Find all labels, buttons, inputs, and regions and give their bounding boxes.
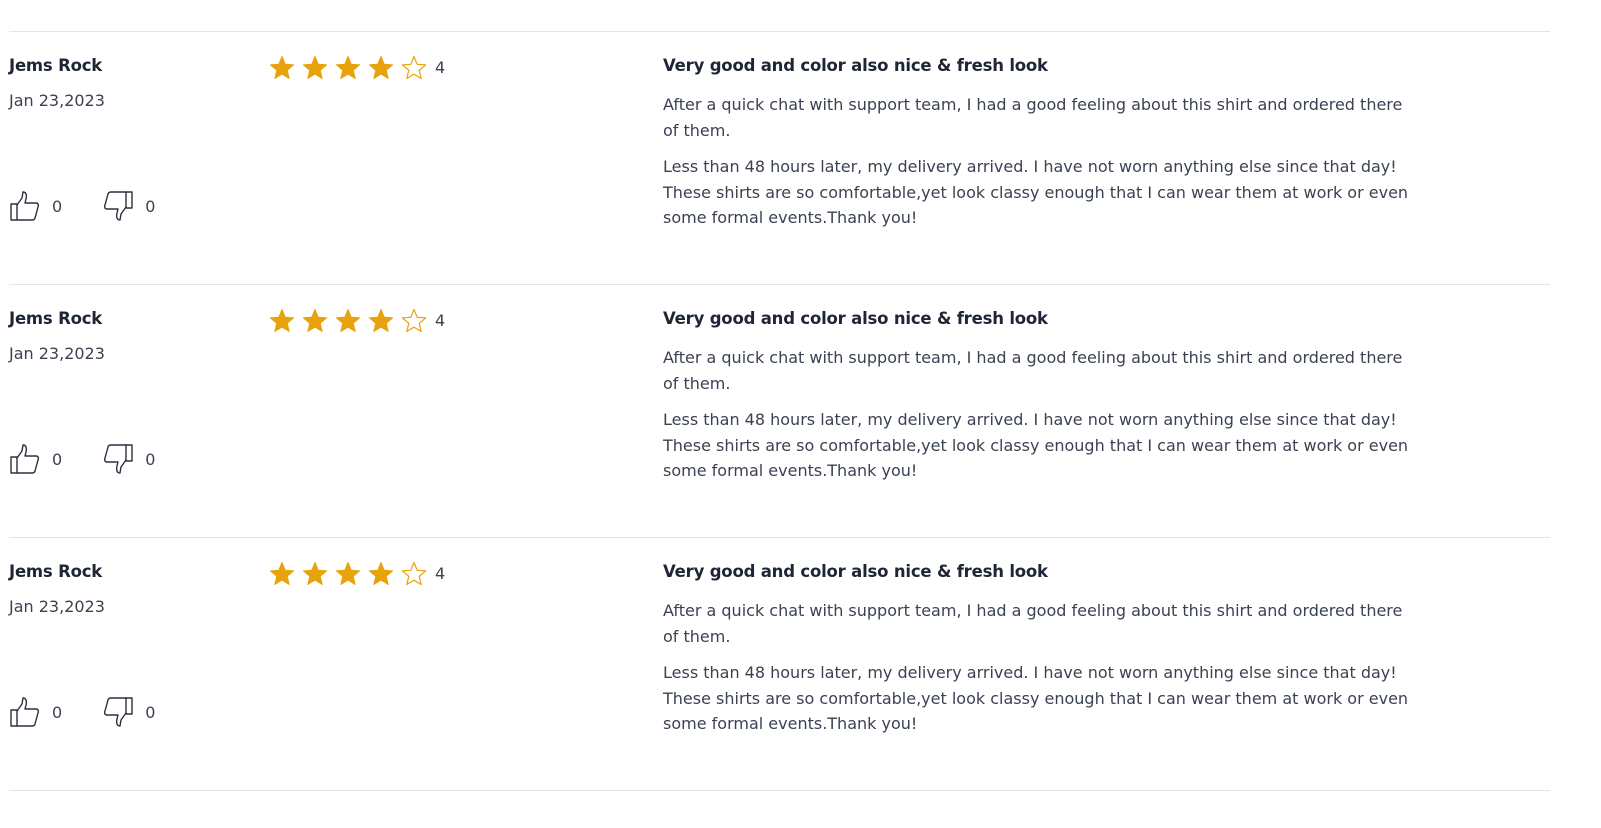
stars [269,55,434,80]
review-paragraph: After a quick chat with support team, I … [663,95,1403,140]
thumbs-down-icon [102,443,134,475]
thumbs-up-icon [9,190,41,222]
reviewer-name: Jems Rock [9,56,103,75]
unhelpful-count: 0 [145,196,156,216]
star-filled-icon [368,561,394,586]
star-outline-icon [401,308,427,333]
helpful-count: 0 [52,449,63,469]
star-filled-icon [302,308,328,333]
review-item: Jems Rock Jan 23,2023 0 0 4 Very good an… [9,538,1550,790]
star-filled-icon [335,308,361,333]
reviewer-name: Jems Rock [9,309,103,328]
review-title: Very good and color also nice & fresh lo… [663,56,1048,75]
star-filled-icon [368,308,394,333]
star-outline-icon [401,55,427,80]
stars [269,308,434,333]
star-filled-icon [269,55,295,80]
helpful-button[interactable]: 0 [9,443,62,475]
stars [269,561,434,586]
rating-value: 4 [435,564,446,583]
star-rating: 4 [269,308,445,333]
review-paragraph: After a quick chat with support team, I … [663,348,1403,393]
helpful-button[interactable]: 0 [9,190,62,222]
star-filled-icon [269,308,295,333]
thumbs-up-icon [9,443,41,475]
review-date: Jan 23,2023 [9,344,105,363]
review-content: Very good and color also nice & fresh lo… [663,309,1413,495]
star-filled-icon [302,561,328,586]
review-paragraph: Less than 48 hours later, my delivery ar… [663,410,1409,480]
helpful-count: 0 [52,196,63,216]
review-paragraph: Less than 48 hours later, my delivery ar… [663,157,1409,227]
unhelpful-button[interactable]: 0 [102,190,155,222]
star-filled-icon [335,561,361,586]
star-rating: 4 [269,561,445,586]
star-rating: 4 [269,55,445,80]
star-filled-icon [335,55,361,80]
review-votes: 0 0 [9,443,155,475]
review-date: Jan 23,2023 [9,91,105,110]
review-title: Very good and color also nice & fresh lo… [663,309,1048,328]
review-paragraph: After a quick chat with support team, I … [663,601,1403,646]
review-votes: 0 0 [9,696,155,728]
unhelpful-count: 0 [145,702,156,722]
reviews-list: Jems Rock Jan 23,2023 0 0 4 Very good an… [9,31,1550,791]
unhelpful-count: 0 [145,449,156,469]
review-content: Very good and color also nice & fresh lo… [663,56,1413,242]
star-filled-icon [368,55,394,80]
review-title: Very good and color also nice & fresh lo… [663,562,1048,581]
star-filled-icon [302,55,328,80]
review-content: Very good and color also nice & fresh lo… [663,562,1413,748]
review-votes: 0 0 [9,190,155,222]
review-date: Jan 23,2023 [9,597,105,616]
review-item: Jems Rock Jan 23,2023 0 0 4 Very good an… [9,32,1550,284]
thumbs-down-icon [102,696,134,728]
helpful-count: 0 [52,702,63,722]
review-item: Jems Rock Jan 23,2023 0 0 4 Very good an… [9,285,1550,537]
thumbs-down-icon [102,190,134,222]
thumbs-up-icon [9,696,41,728]
helpful-button[interactable]: 0 [9,696,62,728]
reviewer-name: Jems Rock [9,562,103,581]
unhelpful-button[interactable]: 0 [102,696,155,728]
review-paragraph: Less than 48 hours later, my delivery ar… [663,663,1409,733]
star-filled-icon [269,561,295,586]
unhelpful-button[interactable]: 0 [102,443,155,475]
rating-value: 4 [435,58,446,77]
rating-value: 4 [435,311,446,330]
divider [9,790,1550,791]
star-outline-icon [401,561,427,586]
